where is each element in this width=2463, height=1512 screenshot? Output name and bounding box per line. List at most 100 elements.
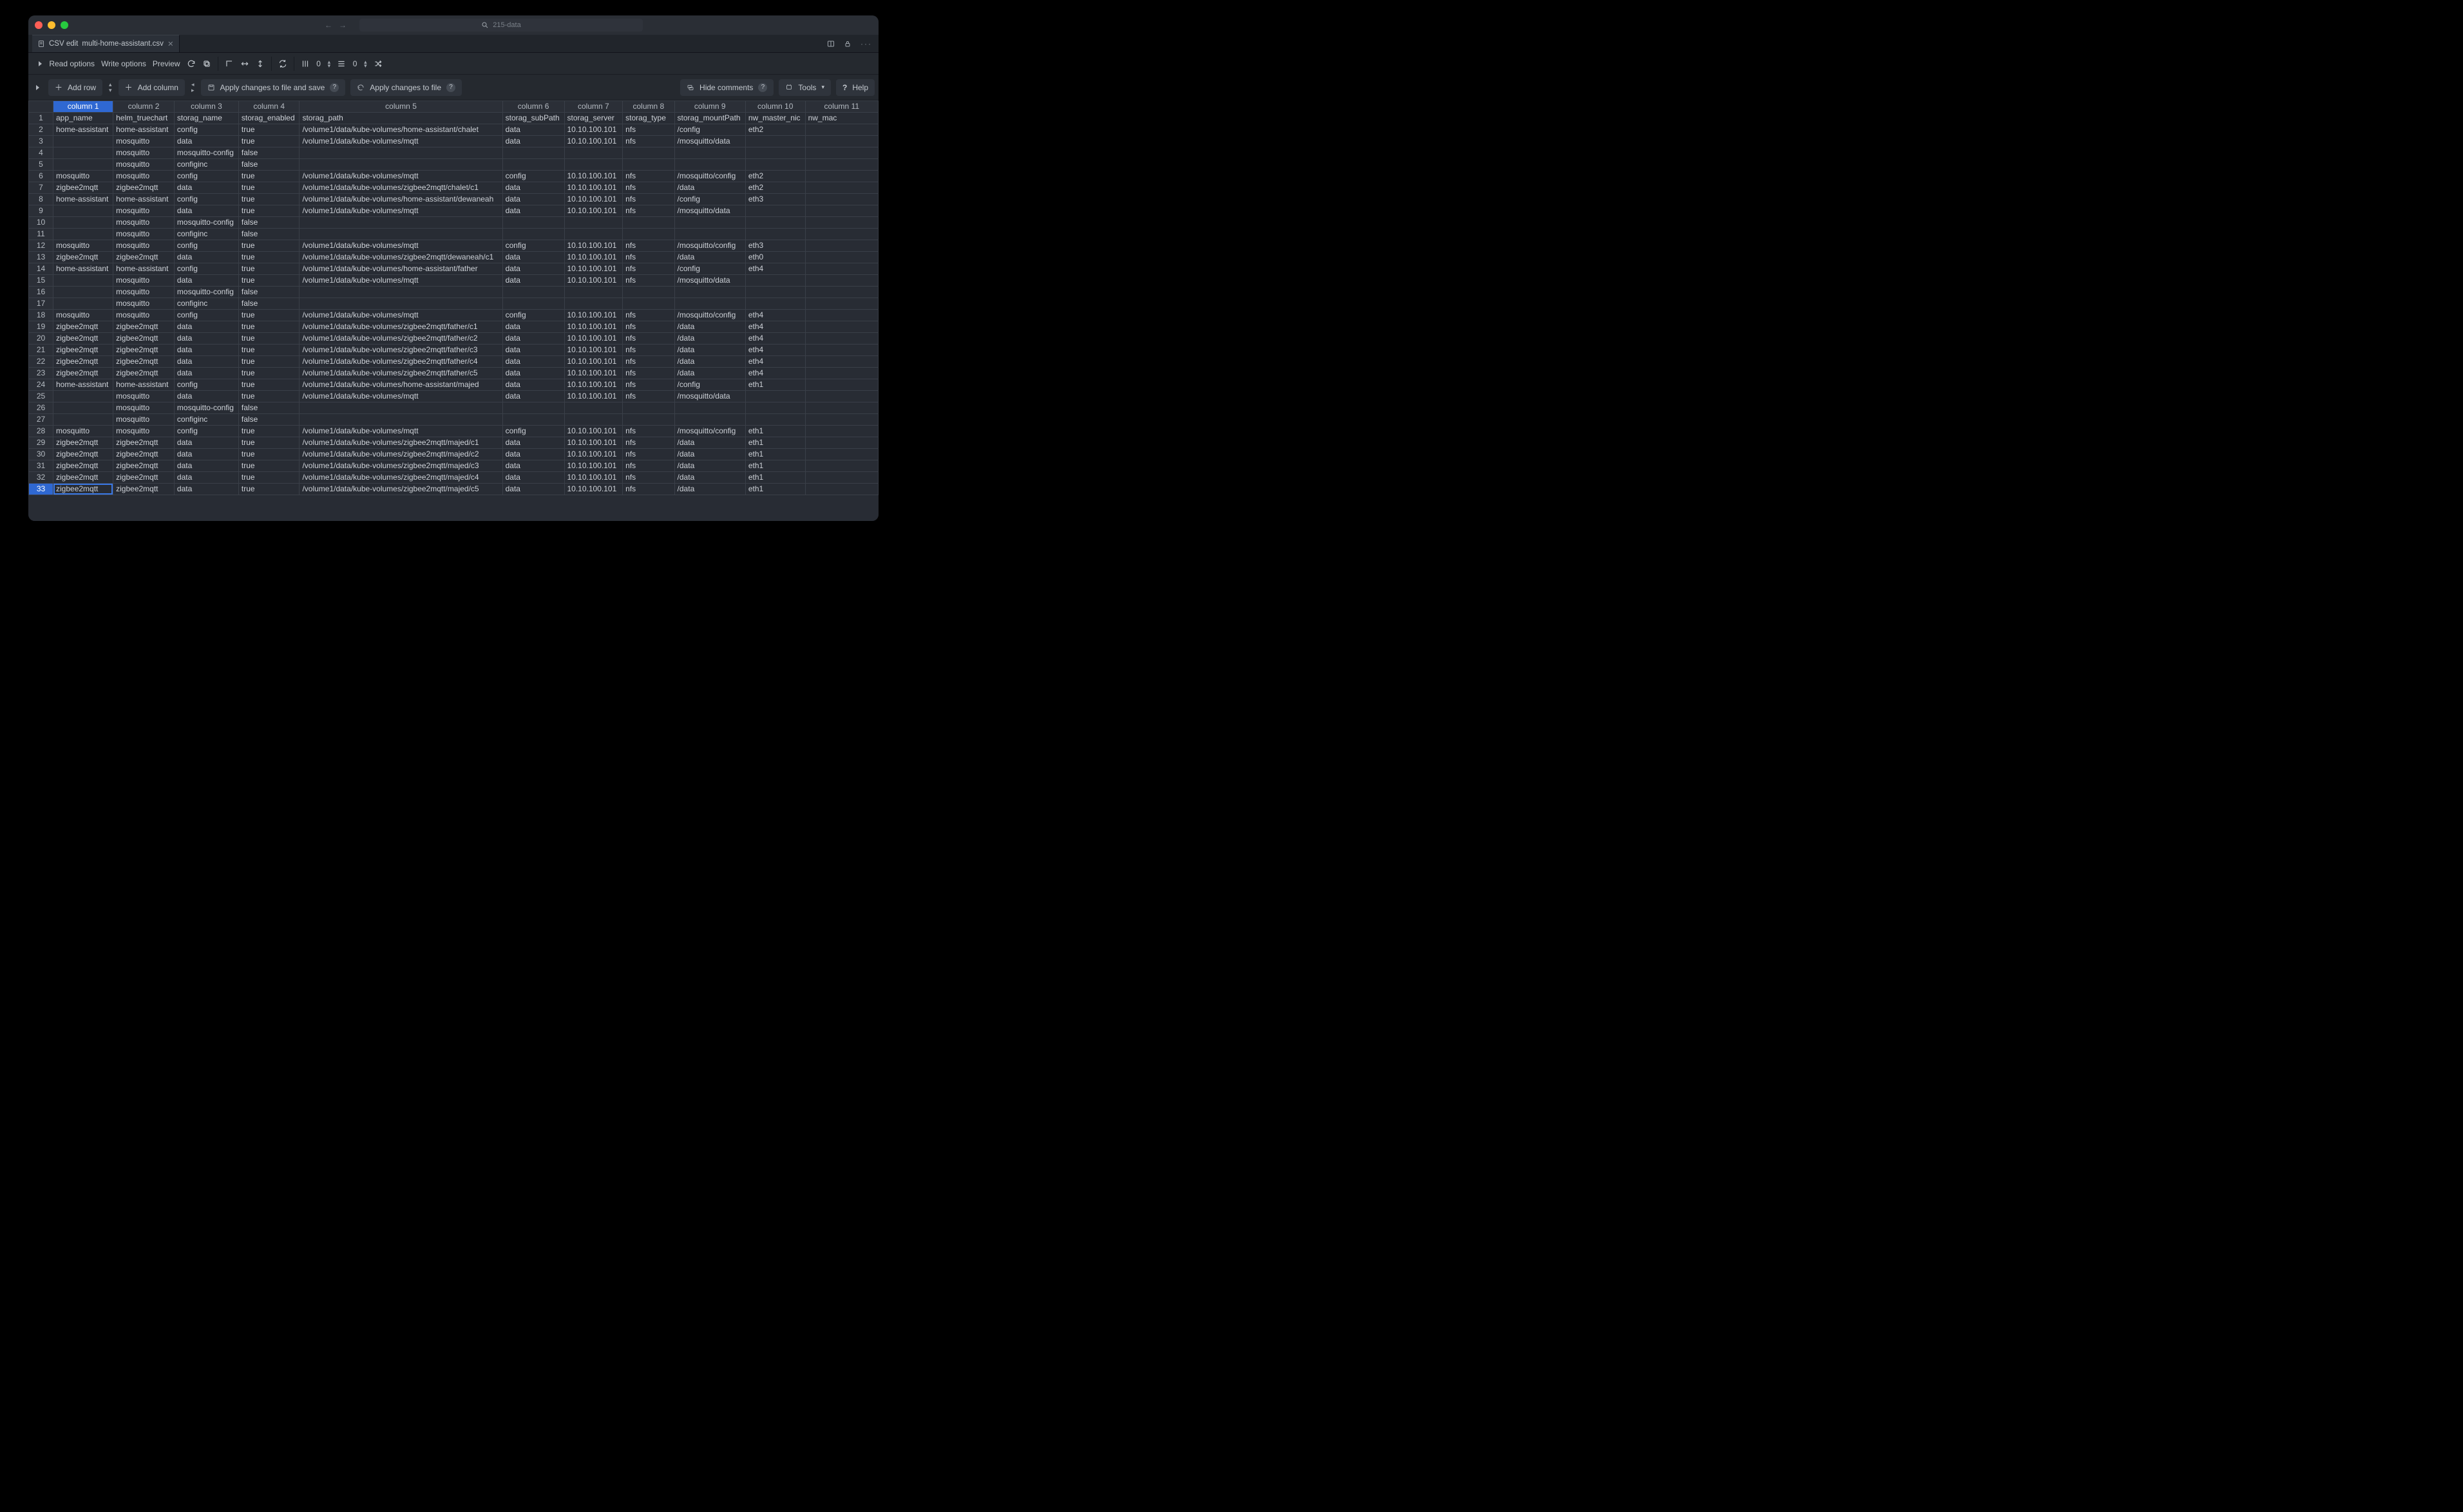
cell[interactable]: true	[238, 426, 300, 437]
cell[interactable]: true	[238, 124, 300, 136]
cell[interactable]	[805, 124, 878, 136]
cell[interactable]: config	[174, 426, 238, 437]
cell[interactable]: /data	[674, 321, 745, 333]
close-window-icon[interactable]	[35, 21, 43, 29]
cell[interactable]: /config	[674, 263, 745, 275]
cell[interactable]	[674, 298, 745, 310]
cell[interactable]: eth4	[745, 356, 805, 368]
cell[interactable]: eth3	[745, 194, 805, 205]
cell[interactable]: true	[238, 263, 300, 275]
cell[interactable]: 10.10.100.101	[564, 240, 623, 252]
cell[interactable]: /data	[674, 333, 745, 345]
cell[interactable]	[502, 147, 564, 159]
cell[interactable]: mosquitto	[113, 205, 175, 217]
cell[interactable]: /mosquitto/config	[674, 240, 745, 252]
cell[interactable]: mosquitto	[113, 298, 175, 310]
cell[interactable]	[623, 229, 674, 240]
cell[interactable]: eth0	[745, 252, 805, 263]
cell[interactable]: data	[174, 472, 238, 484]
cell[interactable]: nfs	[623, 240, 674, 252]
cell[interactable]: /volume1/data/kube-volumes/zigbee2mqtt/m…	[300, 472, 502, 484]
cell[interactable]: true	[238, 368, 300, 379]
cell[interactable]	[805, 240, 878, 252]
cell[interactable]	[623, 298, 674, 310]
row-number-cell[interactable]: 29	[29, 437, 53, 449]
cell[interactable]: 10.10.100.101	[564, 124, 623, 136]
cell[interactable]: data	[174, 136, 238, 147]
cell[interactable]: mosquitto-config	[174, 217, 238, 229]
cell[interactable]: zigbee2mqtt	[53, 333, 113, 345]
cell[interactable]: eth3	[745, 240, 805, 252]
cell[interactable]: home-assistant	[53, 263, 113, 275]
resize-vertical-icon[interactable]	[256, 59, 265, 68]
cell[interactable]: app_name	[53, 113, 113, 124]
cell[interactable]: true	[238, 345, 300, 356]
column-header[interactable]: column 6	[502, 101, 564, 113]
cell[interactable]	[805, 287, 878, 298]
cell[interactable]: /mosquitto/config	[674, 171, 745, 182]
cell[interactable]: zigbee2mqtt	[113, 449, 175, 460]
cell[interactable]: /data	[674, 356, 745, 368]
cell[interactable]: false	[238, 159, 300, 171]
help-button[interactable]: ? Help	[836, 79, 875, 96]
cell[interactable]: /config	[674, 379, 745, 391]
cell[interactable]: 10.10.100.101	[564, 426, 623, 437]
close-tab-icon[interactable]: ✕	[167, 39, 174, 48]
cell[interactable]: data	[502, 356, 564, 368]
cell[interactable]: config	[502, 310, 564, 321]
column-header[interactable]: column 8	[623, 101, 674, 113]
cell[interactable]: /config	[674, 194, 745, 205]
column-header[interactable]: column 11	[805, 101, 878, 113]
cell[interactable]	[53, 391, 113, 402]
cell[interactable]: /volume1/data/kube-volumes/zigbee2mqtt/f…	[300, 368, 502, 379]
cell[interactable]: zigbee2mqtt	[53, 460, 113, 472]
cell[interactable]: helm_truechart	[113, 113, 175, 124]
cell[interactable]: /config	[674, 124, 745, 136]
add-column-spinner[interactable]: ◂▸	[190, 82, 196, 93]
cell[interactable]: nfs	[623, 263, 674, 275]
row-number-cell[interactable]: 11	[29, 229, 53, 240]
cell[interactable]: eth4	[745, 368, 805, 379]
cell[interactable]: data	[174, 345, 238, 356]
column-header[interactable]: column 7	[564, 101, 623, 113]
cell[interactable]: storag_subPath	[502, 113, 564, 124]
cell[interactable]: eth1	[745, 449, 805, 460]
row-number-cell[interactable]: 3	[29, 136, 53, 147]
row-number-cell[interactable]: 15	[29, 275, 53, 287]
cell[interactable]	[805, 402, 878, 414]
cell[interactable]: zigbee2mqtt	[53, 321, 113, 333]
cell[interactable]	[805, 356, 878, 368]
row-number-cell[interactable]: 5	[29, 159, 53, 171]
cell[interactable]: 10.10.100.101	[564, 449, 623, 460]
cell[interactable]: false	[238, 229, 300, 240]
grid-scroll[interactable]: column 1column 2column 3column 4column 5…	[28, 100, 879, 521]
cell[interactable]	[564, 159, 623, 171]
cell[interactable]	[745, 217, 805, 229]
cell[interactable]: nfs	[623, 460, 674, 472]
row-number-cell[interactable]: 9	[29, 205, 53, 217]
row-number-cell[interactable]: 18	[29, 310, 53, 321]
row-number-cell[interactable]: 17	[29, 298, 53, 310]
cell[interactable]: 10.10.100.101	[564, 136, 623, 147]
cell[interactable]	[623, 402, 674, 414]
row-number-cell[interactable]: 31	[29, 460, 53, 472]
nav-forward-icon[interactable]: →	[339, 21, 347, 30]
cell[interactable]: /volume1/data/kube-volumes/mqtt	[300, 391, 502, 402]
cell[interactable]	[300, 217, 502, 229]
cell[interactable]: data	[174, 182, 238, 194]
cell[interactable]: /data	[674, 449, 745, 460]
cell[interactable]: data	[502, 460, 564, 472]
cell[interactable]: mosquitto	[113, 147, 175, 159]
cell[interactable]: data	[174, 333, 238, 345]
cell[interactable]: nfs	[623, 449, 674, 460]
cell[interactable]	[300, 147, 502, 159]
cell[interactable]: /volume1/data/kube-volumes/home-assistan…	[300, 194, 502, 205]
cell[interactable]	[805, 368, 878, 379]
cell[interactable]	[805, 426, 878, 437]
cell[interactable]: config	[174, 194, 238, 205]
cell[interactable]: data	[174, 252, 238, 263]
cell[interactable]: 10.10.100.101	[564, 182, 623, 194]
cell[interactable]: eth2	[745, 124, 805, 136]
cell[interactable]: zigbee2mqtt	[113, 484, 175, 495]
cell[interactable]	[502, 159, 564, 171]
